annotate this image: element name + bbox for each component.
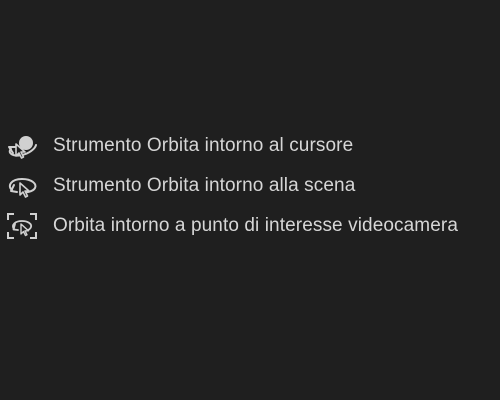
menu-item-orbit-around-cursor[interactable]: Strumento Orbita intorno al cursore [0, 126, 500, 166]
orbit-tools-menu: Strumento Orbita intorno al cursore Stru… [0, 126, 500, 246]
menu-item-orbit-around-scene[interactable]: Strumento Orbita intorno alla scena [0, 166, 500, 206]
orbit-camera-poi-icon [5, 210, 41, 242]
orbit-around-scene-icon [5, 170, 41, 202]
menu-item-label: Strumento Orbita intorno alla scena [53, 175, 356, 196]
menu-item-label: Orbita intorno a punto di interesse vide… [53, 215, 458, 236]
orbit-around-cursor-icon [5, 130, 41, 162]
menu-item-orbit-camera-poi[interactable]: Orbita intorno a punto di interesse vide… [0, 206, 500, 246]
menu-item-label: Strumento Orbita intorno al cursore [53, 135, 354, 156]
